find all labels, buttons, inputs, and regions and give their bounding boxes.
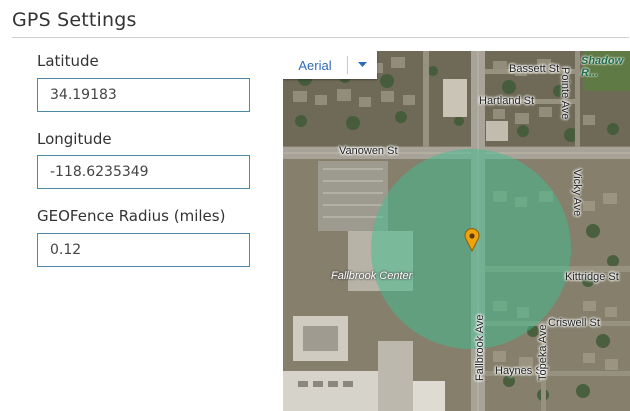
street-label-vanowen: Vanowen St	[339, 145, 398, 157]
latitude-label: Latitude	[37, 52, 99, 70]
street-label-vicky: Vicky Ave	[571, 169, 583, 217]
map-type-label[interactable]: Aerial	[283, 58, 347, 73]
gps-map[interactable]: Aerial Vanowen St Bassett St Hartland St…	[283, 51, 630, 411]
place-label-fallbrook-center: Fallbrook Center	[331, 270, 413, 282]
longitude-input[interactable]	[37, 155, 250, 189]
street-label-topeka: Topeka Ave	[537, 324, 549, 381]
street-label-fallbrook: Fallbrook Ave	[474, 314, 486, 381]
street-label-kittridge: Kittridge St	[565, 271, 619, 283]
radius-input[interactable]	[37, 233, 250, 267]
street-label-bassett: Bassett St	[509, 63, 560, 75]
street-label-hartland: Hartland St	[479, 95, 535, 107]
longitude-label: Longitude	[37, 130, 112, 148]
map-type-control[interactable]: Aerial	[283, 51, 377, 79]
place-label-park: Shadow R...	[581, 55, 624, 79]
chevron-down-icon[interactable]	[348, 51, 377, 79]
location-pin-icon[interactable]	[464, 228, 480, 252]
section-divider	[12, 37, 629, 38]
street-label-criswell: Criswell St	[548, 317, 600, 329]
latitude-input[interactable]	[37, 78, 250, 112]
radius-label: GEOFence Radius (miles)	[37, 207, 226, 225]
section-title: GPS Settings	[12, 9, 137, 31]
street-label-pointe: Pointe Ave	[559, 67, 571, 120]
aerial-imagery	[283, 51, 630, 411]
